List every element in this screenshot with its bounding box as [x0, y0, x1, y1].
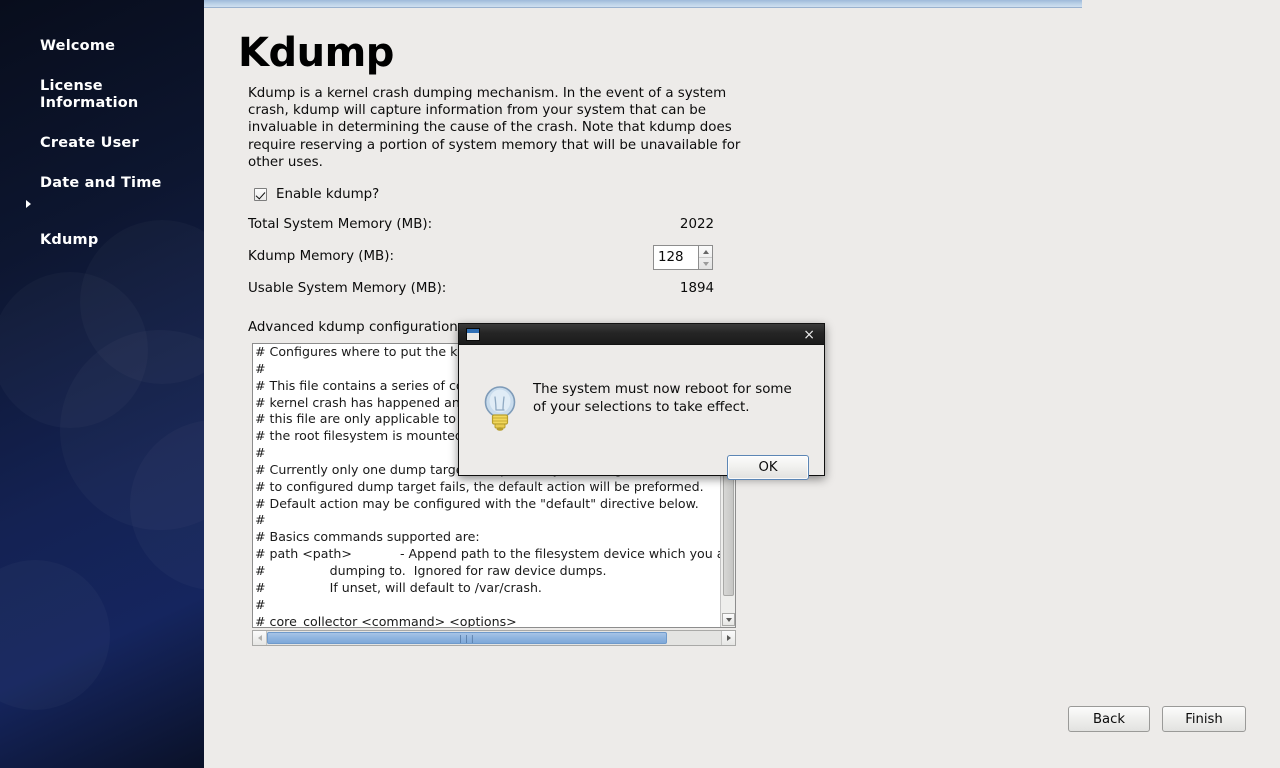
chevron-left-icon — [257, 635, 262, 641]
sidebar-item-label: Date and Time — [40, 175, 162, 191]
chevron-right-icon — [726, 635, 731, 641]
sidebar: Welcome License Information Create User … — [0, 0, 204, 768]
top-progress-strip — [204, 0, 1082, 8]
dialog-body: The system must now reboot for some of y… — [458, 345, 825, 480]
scroll-down-button[interactable] — [722, 613, 735, 626]
sidebar-item-label: Create User — [40, 135, 139, 151]
kdump-memory-stepper[interactable] — [653, 245, 713, 270]
sidebar-item-create-user[interactable]: Create User — [0, 115, 204, 155]
sidebar-item-date-and-time[interactable]: Date and Time — [0, 155, 204, 195]
horizontal-scrollbar-thumb[interactable]: ||| — [267, 632, 667, 644]
dialog-ok-button[interactable]: OK — [727, 455, 809, 480]
chevron-up-icon — [702, 249, 709, 254]
scroll-right-button[interactable] — [721, 631, 735, 645]
usable-system-memory-label: Usable System Memory (MB): — [248, 281, 447, 296]
sidebar-item-kdump[interactable]: Kdump — [0, 195, 204, 252]
finish-button[interactable]: Finish — [1162, 706, 1246, 732]
horizontal-scrollbar[interactable]: ||| — [252, 630, 736, 646]
usable-system-memory-value: 1894 — [679, 281, 714, 296]
scroll-left-button[interactable] — [253, 631, 267, 645]
dialog-titlebar: × — [458, 323, 825, 345]
lightbulb-icon — [484, 386, 516, 431]
close-icon[interactable]: × — [803, 326, 815, 344]
stepper-decrement-button[interactable] — [699, 258, 712, 269]
total-system-memory-label: Total System Memory (MB): — [248, 217, 433, 232]
page-description: Kdump is a kernel crash dumping mechanis… — [248, 86, 741, 170]
back-button[interactable]: Back — [1068, 706, 1150, 732]
chevron-down-icon — [725, 617, 732, 622]
page-title: Kdump — [238, 30, 394, 76]
sidebar-item-label: Kdump — [40, 232, 99, 248]
stepper-increment-button[interactable] — [699, 246, 712, 258]
stepper-buttons[interactable] — [699, 245, 713, 270]
enable-kdump-label: Enable kdump? — [276, 187, 380, 202]
enable-kdump-row[interactable]: Enable kdump? — [254, 187, 379, 202]
advanced-configuration-label: Advanced kdump configuration — [248, 320, 458, 335]
reboot-dialog: × The system must now reboot for some of… — [458, 323, 825, 480]
sidebar-item-license-information[interactable]: License Information — [0, 58, 204, 115]
sidebar-nav: Welcome License Information Create User … — [0, 18, 204, 252]
selection-arrow-icon — [26, 200, 31, 208]
window-icon — [466, 328, 480, 341]
scrollbar-grip-icon: ||| — [458, 633, 476, 643]
dialog-message: The system must now reboot for some of y… — [533, 382, 792, 415]
kdump-memory-label: Kdump Memory (MB): — [248, 249, 394, 264]
enable-kdump-checkbox[interactable] — [254, 188, 267, 201]
sidebar-item-label: Welcome — [40, 38, 116, 54]
total-system-memory-value: 2022 — [679, 217, 714, 232]
kdump-memory-input[interactable] — [653, 245, 699, 270]
application-window: Welcome License Information Create User … — [0, 0, 1280, 768]
sidebar-item-label: License Information — [40, 78, 139, 111]
horizontal-scrollbar-track[interactable]: ||| — [267, 631, 721, 645]
chevron-down-icon — [702, 261, 709, 266]
sidebar-item-welcome[interactable]: Welcome — [0, 18, 204, 58]
